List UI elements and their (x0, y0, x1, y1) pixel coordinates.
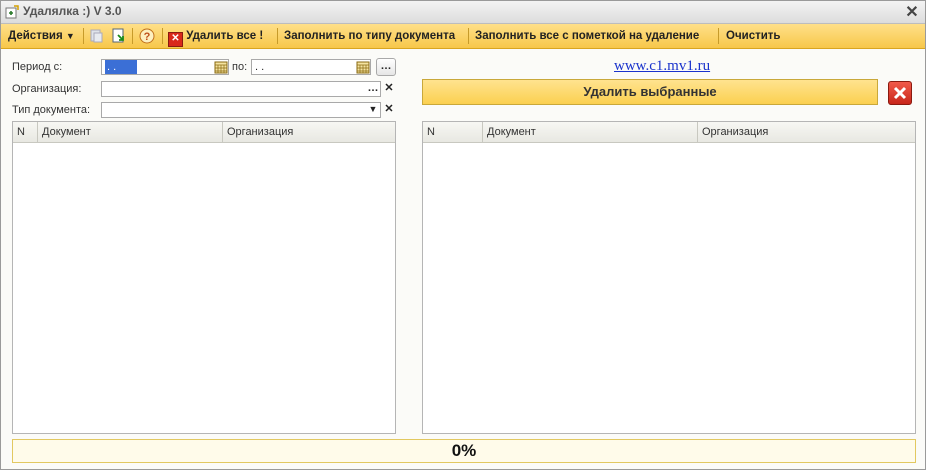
right-documents-table[interactable]: N Документ Организация (422, 121, 916, 434)
period-from-value: . . (105, 60, 137, 74)
toolbar-separator (132, 28, 133, 44)
toolbar: Действия ▼ ? ✕ Удалить все ! Заполнить п… (1, 24, 925, 49)
col-document[interactable]: Документ (483, 122, 698, 142)
col-organization[interactable]: Организация (698, 122, 915, 142)
chevron-down-icon[interactable]: ▼ (365, 102, 381, 118)
close-panel-icon[interactable] (888, 81, 912, 105)
close-icon[interactable]: ✕ (903, 2, 921, 22)
period-from-label: Период с: (12, 61, 63, 73)
main-window: Удалялка :) V 3.0 ✕ Действия ▼ ? ✕ Удали… (0, 0, 926, 470)
period-from-input[interactable]: . . (101, 59, 229, 75)
toolbar-separator (718, 28, 719, 44)
chevron-down-icon: ▼ (65, 31, 75, 41)
progress-label: 0% (451, 441, 477, 460)
progress-bar: 0% (12, 439, 916, 463)
window-title: Удалялка :) V 3.0 (23, 4, 122, 18)
fill-by-type-button[interactable]: Заполнить по типу документа (284, 24, 455, 48)
doc-type-input[interactable] (101, 102, 381, 118)
toolbar-separator (83, 28, 84, 44)
period-select-button[interactable]: … (376, 58, 396, 76)
delete-all-icon: ✕ (168, 32, 183, 47)
col-organization[interactable]: Организация (223, 122, 395, 142)
toolbar-separator (277, 28, 278, 44)
actions-label: Действия (8, 30, 63, 42)
organization-clear-icon[interactable]: ✕ (381, 81, 397, 97)
col-document[interactable]: Документ (38, 122, 223, 142)
x-icon (893, 86, 907, 100)
left-table-header: N Документ Организация (13, 122, 395, 143)
calendar-icon[interactable] (214, 60, 228, 74)
clear-button[interactable]: Очистить (726, 24, 781, 48)
period-to-label: по: (232, 61, 248, 73)
period-to-input[interactable]: . . (251, 59, 371, 75)
organization-input[interactable] (101, 81, 381, 97)
calendar-icon[interactable] (356, 60, 370, 74)
right-table-header: N Документ Организация (423, 122, 915, 143)
website-link[interactable]: www.c1.mv1.ru (614, 58, 710, 75)
col-n[interactable]: N (13, 122, 38, 142)
col-n[interactable]: N (423, 122, 483, 142)
title-bar: Удалялка :) V 3.0 ✕ (1, 1, 925, 24)
left-documents-table[interactable]: N Документ Организация (12, 121, 396, 434)
period-to-value: . . (255, 61, 265, 73)
toolbar-separator (162, 28, 163, 44)
doc-type-label: Тип документа: (12, 104, 91, 116)
toolbar-separator (468, 28, 469, 44)
delete-selected-button[interactable]: Удалить выбранные (422, 79, 878, 105)
doc-type-clear-icon[interactable]: ✕ (381, 102, 397, 118)
svg-text:?: ? (144, 31, 151, 43)
organization-select-button[interactable]: … (365, 81, 381, 97)
help-icon[interactable]: ? (139, 28, 155, 44)
actions-menu[interactable]: Действия ▼ (8, 24, 75, 48)
app-icon (5, 5, 19, 19)
disabled-copy-icon[interactable] (88, 28, 104, 44)
organization-label: Организация: (12, 83, 82, 95)
refresh-doc-icon[interactable] (111, 28, 127, 44)
fill-marked-button[interactable]: Заполнить все с пометкой на удаление (475, 24, 699, 48)
delete-all-button[interactable]: ✕ Удалить все ! (168, 24, 263, 48)
delete-all-label: Удалить все ! (186, 30, 264, 42)
